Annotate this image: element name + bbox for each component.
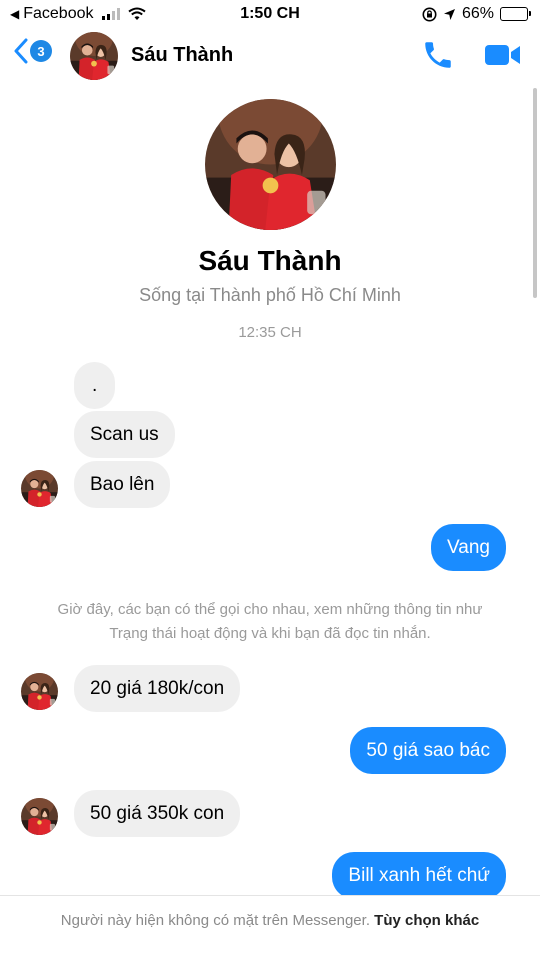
- message-incoming[interactable]: Scan us: [74, 411, 175, 458]
- sender-avatar[interactable]: [21, 673, 58, 710]
- video-camera-icon: [484, 42, 522, 68]
- unread-count-badge: 3: [30, 40, 52, 62]
- more-options-link[interactable]: Tùy chọn khác: [374, 912, 479, 929]
- message-incoming[interactable]: 50 giá 350k con: [74, 790, 241, 837]
- sender-avatar[interactable]: [21, 798, 58, 835]
- message-outgoing[interactable]: Bill xanh hết chứ: [332, 852, 506, 899]
- profile-name: Sáu Thành: [198, 245, 342, 276]
- offline-notice-bar: Người này hiện không có mặt trên Messeng…: [0, 895, 540, 960]
- system-notice-line: Giờ đây, các bạn có thể gọi cho nhau, xe…: [57, 601, 483, 618]
- message-outgoing[interactable]: 50 giá sao bác: [350, 727, 506, 774]
- chat-timestamp: 12:35 CH: [238, 324, 302, 341]
- video-call-button[interactable]: [484, 42, 522, 68]
- voice-call-button[interactable]: [421, 38, 455, 72]
- contact-name[interactable]: Sáu Thành: [131, 44, 233, 67]
- message-outgoing[interactable]: Vang: [431, 524, 506, 571]
- phone-icon: [421, 38, 455, 72]
- sender-avatar[interactable]: [21, 470, 58, 507]
- offline-notice: Người này hiện không có mặt trên Messeng…: [60, 910, 480, 932]
- location-arrow-icon: [443, 8, 456, 21]
- chat-header: 3 Sáu Thành: [0, 28, 540, 82]
- back-button[interactable]: 3: [14, 38, 52, 64]
- system-notice: Giờ đây, các bạn có thể gọi cho nhau, xe…: [0, 598, 540, 646]
- offline-notice-text: Người này hiện không có mặt trên Messeng…: [60, 912, 370, 929]
- header-avatar[interactable]: [70, 32, 118, 80]
- status-right-group: 66%: [422, 5, 531, 23]
- profile-location: Sống tại Thành phố Hồ Chí Minh: [139, 285, 401, 305]
- system-notice-line: Trạng thái hoạt động và khi bạn đã đọc t…: [109, 625, 431, 642]
- message-incoming[interactable]: .: [74, 362, 116, 409]
- status-bar: ◀ Facebook 1:50 CH 66%: [0, 0, 540, 28]
- back-chevron-icon: [14, 38, 28, 64]
- message-incoming[interactable]: 20 giá 180k/con: [74, 665, 241, 712]
- orientation-lock-icon: [422, 7, 437, 22]
- profile-avatar[interactable]: [205, 99, 336, 230]
- message-incoming[interactable]: Bao lên: [74, 461, 171, 508]
- battery-percent: 66%: [461, 5, 494, 22]
- battery-icon: [500, 7, 531, 21]
